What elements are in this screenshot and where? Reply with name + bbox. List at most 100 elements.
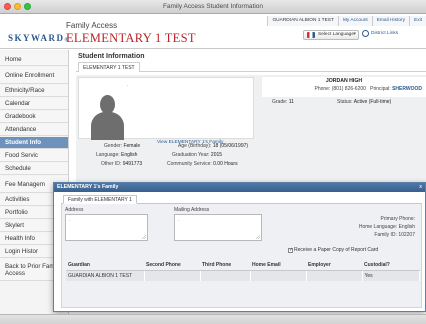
table-row[interactable]: GUARDIAN ALBION 1 TEST Yes — [66, 270, 420, 281]
second-phone-cell — [144, 270, 201, 281]
other-id-row: Other ID: 9491773 — [101, 161, 142, 167]
my-account-link[interactable]: My Account — [337, 16, 372, 26]
grade-label: Grade: — [272, 99, 288, 105]
window-title-bar: Family Access Student Information — [0, 0, 426, 14]
sidebar-item-attendance[interactable]: Attendance — [0, 124, 68, 136]
status-value: Active (Full-time) — [353, 99, 392, 105]
current-user: GUARDIAN ALBION 1 TEST — [267, 16, 338, 26]
sidebar-item-food-service[interactable]: Food Servic — [0, 150, 68, 162]
chevron-down-icon: ▾ — [353, 31, 356, 37]
community-service-value: 0.00 Hours — [213, 161, 238, 167]
family-id-row: Family ID: 102207 — [374, 232, 415, 238]
skyward-logo[interactable]: SKYWARD® — [8, 33, 68, 43]
student-info-panel: . View ELEMENTARY 1's Family Gender: Fem… — [76, 75, 426, 198]
status-label: Status: — [337, 99, 353, 105]
resize-handle-icon[interactable] — [255, 234, 260, 239]
globe-icon — [362, 30, 369, 37]
dialog-title-bar[interactable]: ELEMENTARY 1's Family x — [54, 183, 425, 192]
community-service-row: Community Service: 0.00 Hours — [167, 161, 238, 167]
resize-handle-icon[interactable] — [141, 234, 146, 239]
email-history-link[interactable]: Email History — [371, 16, 409, 26]
address-placeholder: . — [69, 217, 71, 223]
grade-row: Grade: 11 — [272, 99, 294, 105]
app-name: Family Access — [66, 21, 118, 30]
dialog-tab-bar: Family with ELEMENTARY 1 — [61, 195, 422, 204]
language-row: Language: English — [96, 152, 137, 158]
report-card-checkbox[interactable] — [288, 247, 293, 253]
mailing-address-field[interactable]: . — [174, 214, 262, 241]
student-tab-bar: ELEMENTARY 1 TEST — [76, 62, 426, 72]
page-title: Student Information — [78, 53, 145, 60]
age-label: Age (Birthday): — [178, 143, 212, 149]
school-name: JORDAN HIGH — [325, 78, 363, 84]
principal-label: Principal: — [370, 86, 391, 92]
guardian-cell: GUARDIAN ALBION 1 TEST — [66, 270, 145, 281]
graduation-row: Graduation Year: 2015 — [172, 152, 222, 158]
phone-value: (801) 826-6200 — [331, 86, 366, 92]
column-header[interactable]: Home Email — [250, 260, 306, 271]
sidebar-item-ethnicity-race[interactable]: Ethnicity/Race — [0, 85, 68, 97]
guardian-table-header: Guardian Second Phone Third Phone Home E… — [66, 260, 420, 271]
address-field[interactable]: . — [65, 214, 148, 241]
school-info: JORDAN HIGH Phone: (801) 826-6200 Princi… — [262, 77, 426, 97]
sidebar-item-student-info[interactable]: Student Info — [0, 137, 68, 149]
family-id-value: 102207 — [398, 232, 415, 238]
sidebar-item-home[interactable]: Home — [0, 54, 68, 66]
graduation-value: 2015 — [210, 152, 223, 158]
language-select-label: Select Language — [318, 32, 355, 37]
family-id-label: Family ID: — [374, 232, 397, 238]
gender-label: Gender: — [104, 143, 123, 149]
column-header[interactable]: Custodial? — [362, 260, 420, 271]
mailing-address-placeholder: . — [178, 217, 180, 223]
other-id-label: Other ID: — [101, 161, 122, 167]
student-photo: . View ELEMENTARY 1's Family — [78, 77, 254, 145]
mailing-address-label: Mailing Address — [174, 207, 210, 213]
age-value: 18 (05/06/1997) — [212, 143, 249, 149]
home-language-label: Home Language: — [358, 224, 398, 230]
dialog-title: ELEMENTARY 1's Family — [57, 184, 119, 190]
grade-value: 11 — [288, 99, 294, 105]
column-header[interactable]: Second Phone — [144, 260, 200, 271]
principal-value: SHERWOOD — [392, 86, 422, 92]
graduation-label: Graduation Year: — [172, 152, 210, 158]
other-id-value: 9491773 — [122, 161, 143, 167]
community-service-label: Community Service: — [167, 161, 212, 167]
tab-family[interactable]: Family with ELEMENTARY 1 — [63, 195, 137, 204]
student-name-heading: ELEMENTARY 1 TEST — [66, 31, 196, 45]
exit-link[interactable]: Exit — [409, 16, 426, 26]
page-footer — [0, 314, 426, 324]
sidebar-item-gradebook[interactable]: Gradebook — [0, 111, 68, 123]
report-card-option[interactable]: Receive a Paper Copy of Report Card — [288, 247, 378, 253]
guardian-table: Guardian Second Phone Third Phone Home E… — [66, 260, 420, 281]
report-card-label: Receive a Paper Copy of Report Card — [294, 247, 379, 253]
status-row: Status: Active (Full-time) — [337, 99, 391, 105]
language-value: English — [121, 152, 138, 158]
address-label: Address — [65, 207, 84, 213]
sidebar-item-schedule[interactable]: Schedule — [0, 163, 68, 175]
page-header: SKYWARD® Family Access ELEMENTARY 1 TEST… — [0, 15, 426, 49]
person-silhouette-body — [91, 112, 124, 140]
home-language-value: English — [398, 224, 415, 230]
top-links: GUARDIAN ALBION 1 TEST My Account Email … — [267, 16, 426, 26]
custodial-cell: Yes — [362, 270, 420, 281]
family-details: Address . Mailing Address . Primary Phon… — [61, 204, 422, 308]
gender-value: Female — [123, 143, 141, 149]
home-language-row: Home Language: English — [359, 224, 415, 230]
column-header[interactable]: Third Phone — [200, 260, 250, 271]
column-header[interactable]: Employer — [306, 260, 362, 271]
gender-row: Gender: Female — [104, 143, 140, 149]
primary-phone-label: Primary Phone: — [380, 216, 415, 222]
phone-label: Phone: — [314, 86, 331, 92]
home-email-cell — [250, 270, 307, 281]
tab-student[interactable]: ELEMENTARY 1 TEST — [78, 62, 140, 72]
district-links[interactable]: District Links — [362, 30, 398, 37]
window-title: Family Access Student Information — [162, 3, 264, 10]
sidebar-item-online-enrollment[interactable]: Online Enrollment — [0, 67, 68, 84]
age-row: Age (Birthday): 18 (05/06/1997) — [178, 143, 248, 149]
sidebar-item-calendar[interactable]: Calendar — [0, 98, 68, 110]
close-icon[interactable]: x — [419, 184, 422, 190]
family-dialog: ELEMENTARY 1's Family x Family with ELEM… — [53, 182, 426, 312]
column-header[interactable]: Guardian — [66, 260, 144, 271]
language-select[interactable]: Select Language ▾ — [303, 30, 359, 40]
photo-placeholder: . — [127, 82, 129, 88]
